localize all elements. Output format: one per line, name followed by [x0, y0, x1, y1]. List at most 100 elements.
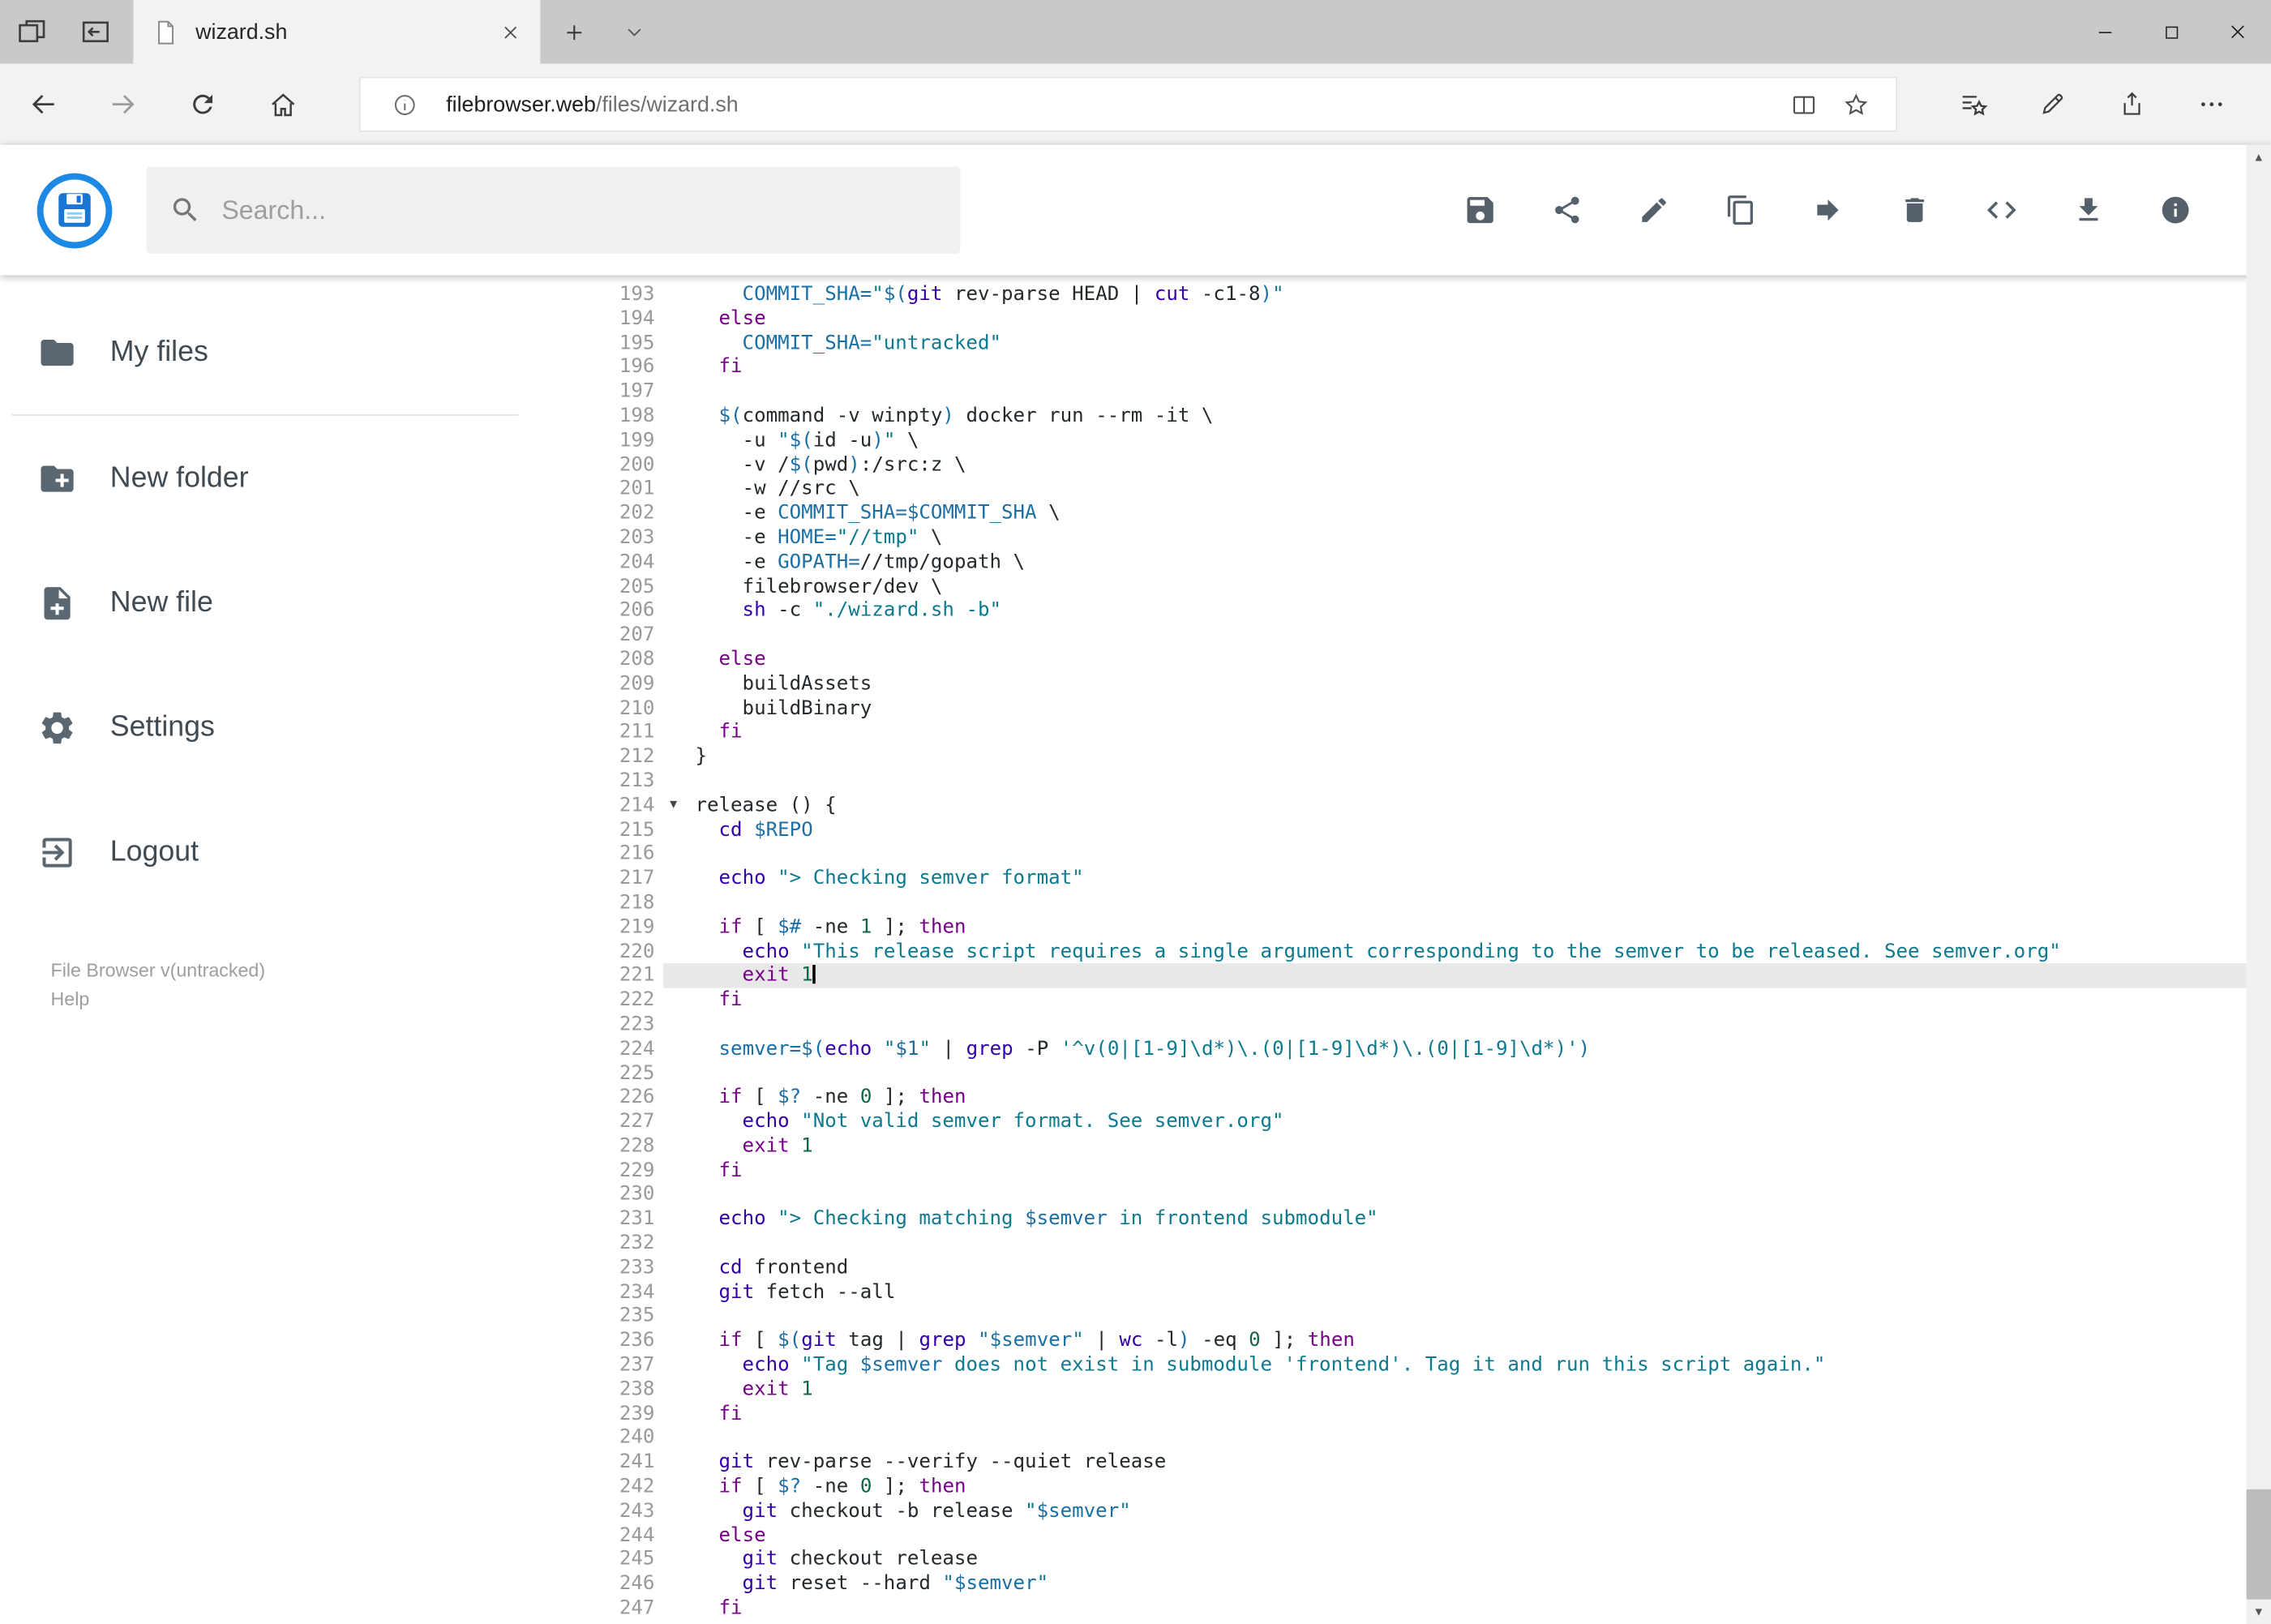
- line-number[interactable]: 214: [580, 794, 664, 818]
- code-line-content[interactable]: echo "> Checking semver format": [663, 867, 2247, 891]
- line-number[interactable]: 227: [580, 1110, 664, 1134]
- code-line[interactable]: 217 echo "> Checking semver format": [580, 867, 2247, 891]
- search-box[interactable]: [146, 166, 961, 254]
- home-icon[interactable]: [251, 72, 315, 136]
- code-line[interactable]: 212}: [580, 745, 2247, 769]
- code-line-content[interactable]: -e HOME="//tmp" \: [663, 526, 2247, 551]
- code-line[interactable]: 193 COMMIT_SHA="$(git rev-parse HEAD | c…: [580, 282, 2247, 306]
- code-line-content[interactable]: else: [663, 1523, 2247, 1548]
- line-number[interactable]: 212: [580, 745, 664, 769]
- code-line-content[interactable]: fi: [663, 1596, 2247, 1621]
- code-line-content[interactable]: [663, 1305, 2247, 1329]
- line-number[interactable]: 203: [580, 526, 664, 551]
- line-number[interactable]: 245: [580, 1548, 664, 1572]
- code-line[interactable]: 200 -v /$(pwd):/src:z \: [580, 453, 2247, 478]
- line-number[interactable]: 199: [580, 429, 664, 453]
- line-number[interactable]: 230: [580, 1183, 664, 1207]
- more-options-icon[interactable]: [2180, 72, 2244, 136]
- refresh-icon[interactable]: [171, 72, 235, 136]
- line-number[interactable]: 239: [580, 1402, 664, 1426]
- code-line[interactable]: 222 fi: [580, 988, 2247, 1013]
- line-number[interactable]: 207: [580, 623, 664, 648]
- line-number[interactable]: 206: [580, 599, 664, 623]
- line-number[interactable]: 205: [580, 575, 664, 599]
- fold-marker-icon[interactable]: ▾: [663, 794, 683, 818]
- code-line[interactable]: 231 echo "> Checking matching $semver in…: [580, 1207, 2247, 1232]
- code-line[interactable]: 213: [580, 769, 2247, 794]
- line-number[interactable]: 211: [580, 721, 664, 745]
- search-input[interactable]: [221, 195, 937, 225]
- line-number[interactable]: 213: [580, 769, 664, 794]
- code-line[interactable]: 209 buildAssets: [580, 672, 2247, 696]
- code-line-content[interactable]: -v /$(pwd):/src:z \: [663, 453, 2247, 478]
- line-number[interactable]: 242: [580, 1475, 664, 1499]
- page-scrollbar[interactable]: ▲ ▼: [2246, 144, 2271, 1624]
- line-number[interactable]: 202: [580, 502, 664, 526]
- code-line[interactable]: 196 fi: [580, 355, 2247, 379]
- code-line-content[interactable]: git rev-parse --verify --quiet release: [663, 1450, 2247, 1475]
- line-number[interactable]: 223: [580, 1013, 664, 1037]
- code-line-content[interactable]: [663, 1183, 2247, 1207]
- code-line[interactable]: 237 echo "Tag $semver does not exist in …: [580, 1353, 2247, 1378]
- reading-view-icon[interactable]: [1777, 78, 1829, 130]
- line-number[interactable]: 234: [580, 1280, 664, 1305]
- code-line-content[interactable]: [663, 1013, 2247, 1037]
- line-number[interactable]: 208: [580, 648, 664, 672]
- code-line-content[interactable]: [663, 1232, 2247, 1256]
- line-number[interactable]: 209: [580, 672, 664, 696]
- code-editor[interactable]: 193 COMMIT_SHA="$(git rev-parse HEAD | c…: [579, 275, 2247, 1624]
- minimize-icon[interactable]: [2072, 0, 2138, 64]
- line-number[interactable]: 237: [580, 1353, 664, 1378]
- code-line-content[interactable]: fi: [663, 355, 2247, 379]
- code-line-content[interactable]: [663, 623, 2247, 648]
- line-number[interactable]: 210: [580, 696, 664, 721]
- code-view-button[interactable]: [1973, 181, 2030, 238]
- sidebar-item-new-file[interactable]: New file: [0, 540, 580, 665]
- code-line-content[interactable]: semver=$(echo "$1" | grep -P '^v(0|[1-9]…: [663, 1037, 2247, 1061]
- code-line[interactable]: 216: [580, 842, 2247, 867]
- line-number[interactable]: 217: [580, 867, 664, 891]
- code-line[interactable]: 224 semver=$(echo "$1" | grep -P '^v(0|[…: [580, 1037, 2247, 1061]
- line-number[interactable]: 194: [580, 306, 664, 331]
- line-number[interactable]: 200: [580, 453, 664, 478]
- code-line[interactable]: 230: [580, 1183, 2247, 1207]
- save-button[interactable]: [1451, 181, 1509, 238]
- line-number[interactable]: 218: [580, 891, 664, 915]
- code-line-content[interactable]: ▾ release () {: [663, 794, 2247, 818]
- line-number[interactable]: 229: [580, 1159, 664, 1183]
- line-number[interactable]: 225: [580, 1061, 664, 1086]
- line-number[interactable]: 216: [580, 842, 664, 867]
- code-line[interactable]: 195 COMMIT_SHA="untracked": [580, 331, 2247, 355]
- add-favorite-star-icon[interactable]: [1829, 78, 1881, 130]
- tab-actions-chevron-icon[interactable]: [607, 0, 662, 64]
- code-line[interactable]: 245 git checkout release: [580, 1548, 2247, 1572]
- share-icon[interactable]: [2100, 72, 2164, 136]
- code-line[interactable]: 203 -e HOME="//tmp" \: [580, 526, 2247, 551]
- code-line[interactable]: 227 echo "Not valid semver format. See s…: [580, 1110, 2247, 1134]
- url-text[interactable]: filebrowser.web/files/wizard.sh: [446, 92, 738, 116]
- tab-preview-icon[interactable]: [0, 0, 64, 64]
- code-line[interactable]: 198 $(command -v winpty) docker run --rm…: [580, 404, 2247, 428]
- code-line-content[interactable]: [663, 842, 2247, 867]
- scrollbar-down-arrow-icon[interactable]: ▼: [2247, 1600, 2271, 1624]
- maximize-icon[interactable]: [2138, 0, 2205, 64]
- code-line-content[interactable]: if [ $(git tag | grep "$semver" | wc -l)…: [663, 1329, 2247, 1353]
- code-line[interactable]: 220 echo "This release script requires a…: [580, 940, 2247, 964]
- line-number[interactable]: 196: [580, 355, 664, 379]
- line-number[interactable]: 238: [580, 1378, 664, 1402]
- line-number[interactable]: 220: [580, 940, 664, 964]
- code-line[interactable]: 232: [580, 1232, 2247, 1256]
- line-number[interactable]: 215: [580, 818, 664, 842]
- code-line-content[interactable]: [663, 1426, 2247, 1450]
- site-info-icon[interactable]: [378, 78, 430, 130]
- line-number[interactable]: 246: [580, 1572, 664, 1596]
- code-line[interactable]: 242 if [ $? -ne 0 ]; then: [580, 1475, 2247, 1499]
- code-line-content[interactable]: buildBinary: [663, 696, 2247, 721]
- scrollbar-thumb[interactable]: [2246, 1489, 2271, 1600]
- code-line[interactable]: 228 exit 1: [580, 1134, 2247, 1159]
- code-line[interactable]: 207: [580, 623, 2247, 648]
- close-icon[interactable]: [2205, 0, 2271, 64]
- code-line[interactable]: 247 fi: [580, 1596, 2247, 1621]
- new-tab-button[interactable]: [540, 0, 606, 64]
- line-number[interactable]: 204: [580, 551, 664, 575]
